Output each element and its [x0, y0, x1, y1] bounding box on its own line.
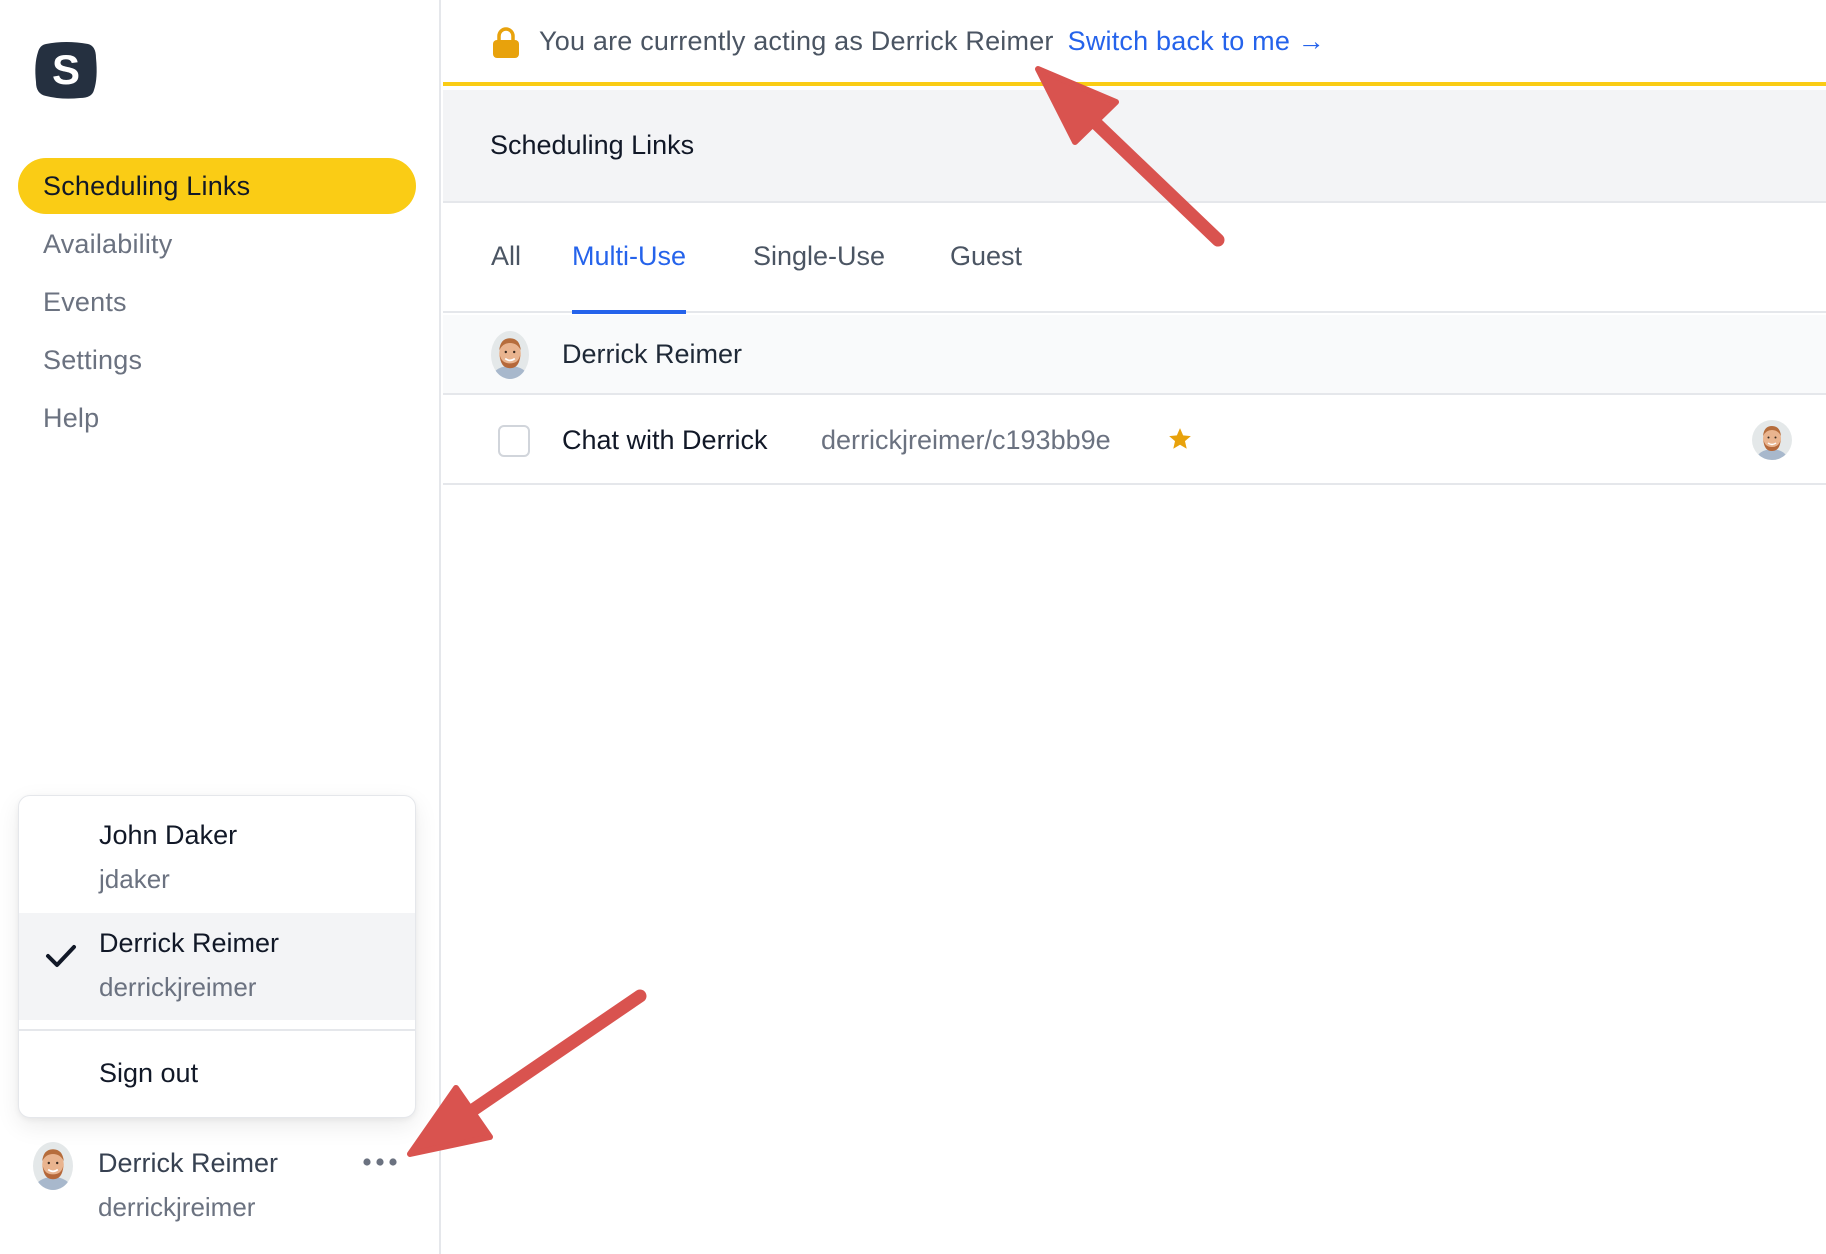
table-row[interactable]: Chat with Derrick derrickjreimer/c193bb9… — [443, 397, 1826, 485]
tab-all[interactable]: All — [491, 241, 521, 310]
group-header: Derrick Reimer — [443, 315, 1826, 395]
banner-message: You are currently acting as Derrick Reim… — [539, 26, 1325, 57]
account-option-derrick-reimer[interactable]: Derrick Reimer derrickjreimer — [19, 913, 415, 1020]
tab-bar: All Multi-Use Single-Use Guest — [443, 205, 1826, 314]
page-title: Scheduling Links — [490, 130, 695, 160]
sidebar-nav: Scheduling Links Availability Events Set… — [18, 158, 416, 448]
account-option-john-daker[interactable]: John Daker jdaker — [19, 796, 415, 911]
sidebar-item-help[interactable]: Help — [18, 390, 416, 446]
tab-single-use[interactable]: Single-Use — [753, 241, 885, 310]
link-title[interactable]: Chat with Derrick — [562, 425, 768, 456]
menu-divider — [19, 1029, 415, 1031]
account-name: Derrick Reimer — [99, 928, 280, 958]
impersonation-banner: You are currently acting as Derrick Reim… — [443, 0, 1826, 86]
page-header: Scheduling Links — [443, 90, 1826, 203]
ellipsis-icon[interactable] — [360, 1150, 400, 1174]
avatar — [33, 1142, 73, 1190]
avatar — [1752, 420, 1792, 460]
account-switcher-menu: John Daker jdaker Derrick Reimer derrick… — [18, 795, 416, 1118]
switch-back-link[interactable]: Switch back to me → — [1068, 26, 1325, 56]
account-username: jdaker — [99, 864, 170, 894]
star-icon[interactable] — [1167, 426, 1193, 452]
svg-text:S: S — [52, 46, 80, 93]
app-logo[interactable]: S — [34, 38, 98, 102]
banner-acting-as-text: You are currently acting as Derrick Reim… — [539, 26, 1054, 56]
logo-icon: S — [35, 42, 97, 99]
checkmark-icon — [46, 945, 76, 967]
current-user-username: derrickjreimer — [98, 1192, 256, 1222]
tab-guest[interactable]: Guest — [950, 241, 1022, 310]
account-username: derrickjreimer — [99, 972, 257, 1002]
sign-out-button[interactable]: Sign out — [99, 1058, 198, 1089]
tab-multi-use[interactable]: Multi-Use — [572, 241, 687, 314]
sidebar-item-scheduling-links[interactable]: Scheduling Links — [18, 158, 416, 214]
link-slug: derrickjreimer/c193bb9e — [821, 425, 1111, 455]
row-checkbox[interactable] — [498, 425, 530, 457]
main-content: You are currently acting as Derrick Reim… — [443, 0, 1826, 1254]
sidebar-item-availability[interactable]: Availability — [18, 216, 416, 272]
account-name: John Daker — [99, 820, 238, 850]
lock-icon — [493, 27, 519, 58]
sidebar: S Scheduling Links Availability Events S… — [0, 0, 441, 1254]
current-user-card[interactable]: Derrick Reimer derrickjreimer — [26, 1138, 416, 1234]
avatar — [491, 331, 529, 379]
sidebar-item-events[interactable]: Events — [18, 274, 416, 330]
current-user-name: Derrick Reimer — [98, 1148, 279, 1178]
group-owner-name: Derrick Reimer — [562, 339, 743, 369]
sidebar-item-settings[interactable]: Settings — [18, 332, 416, 388]
